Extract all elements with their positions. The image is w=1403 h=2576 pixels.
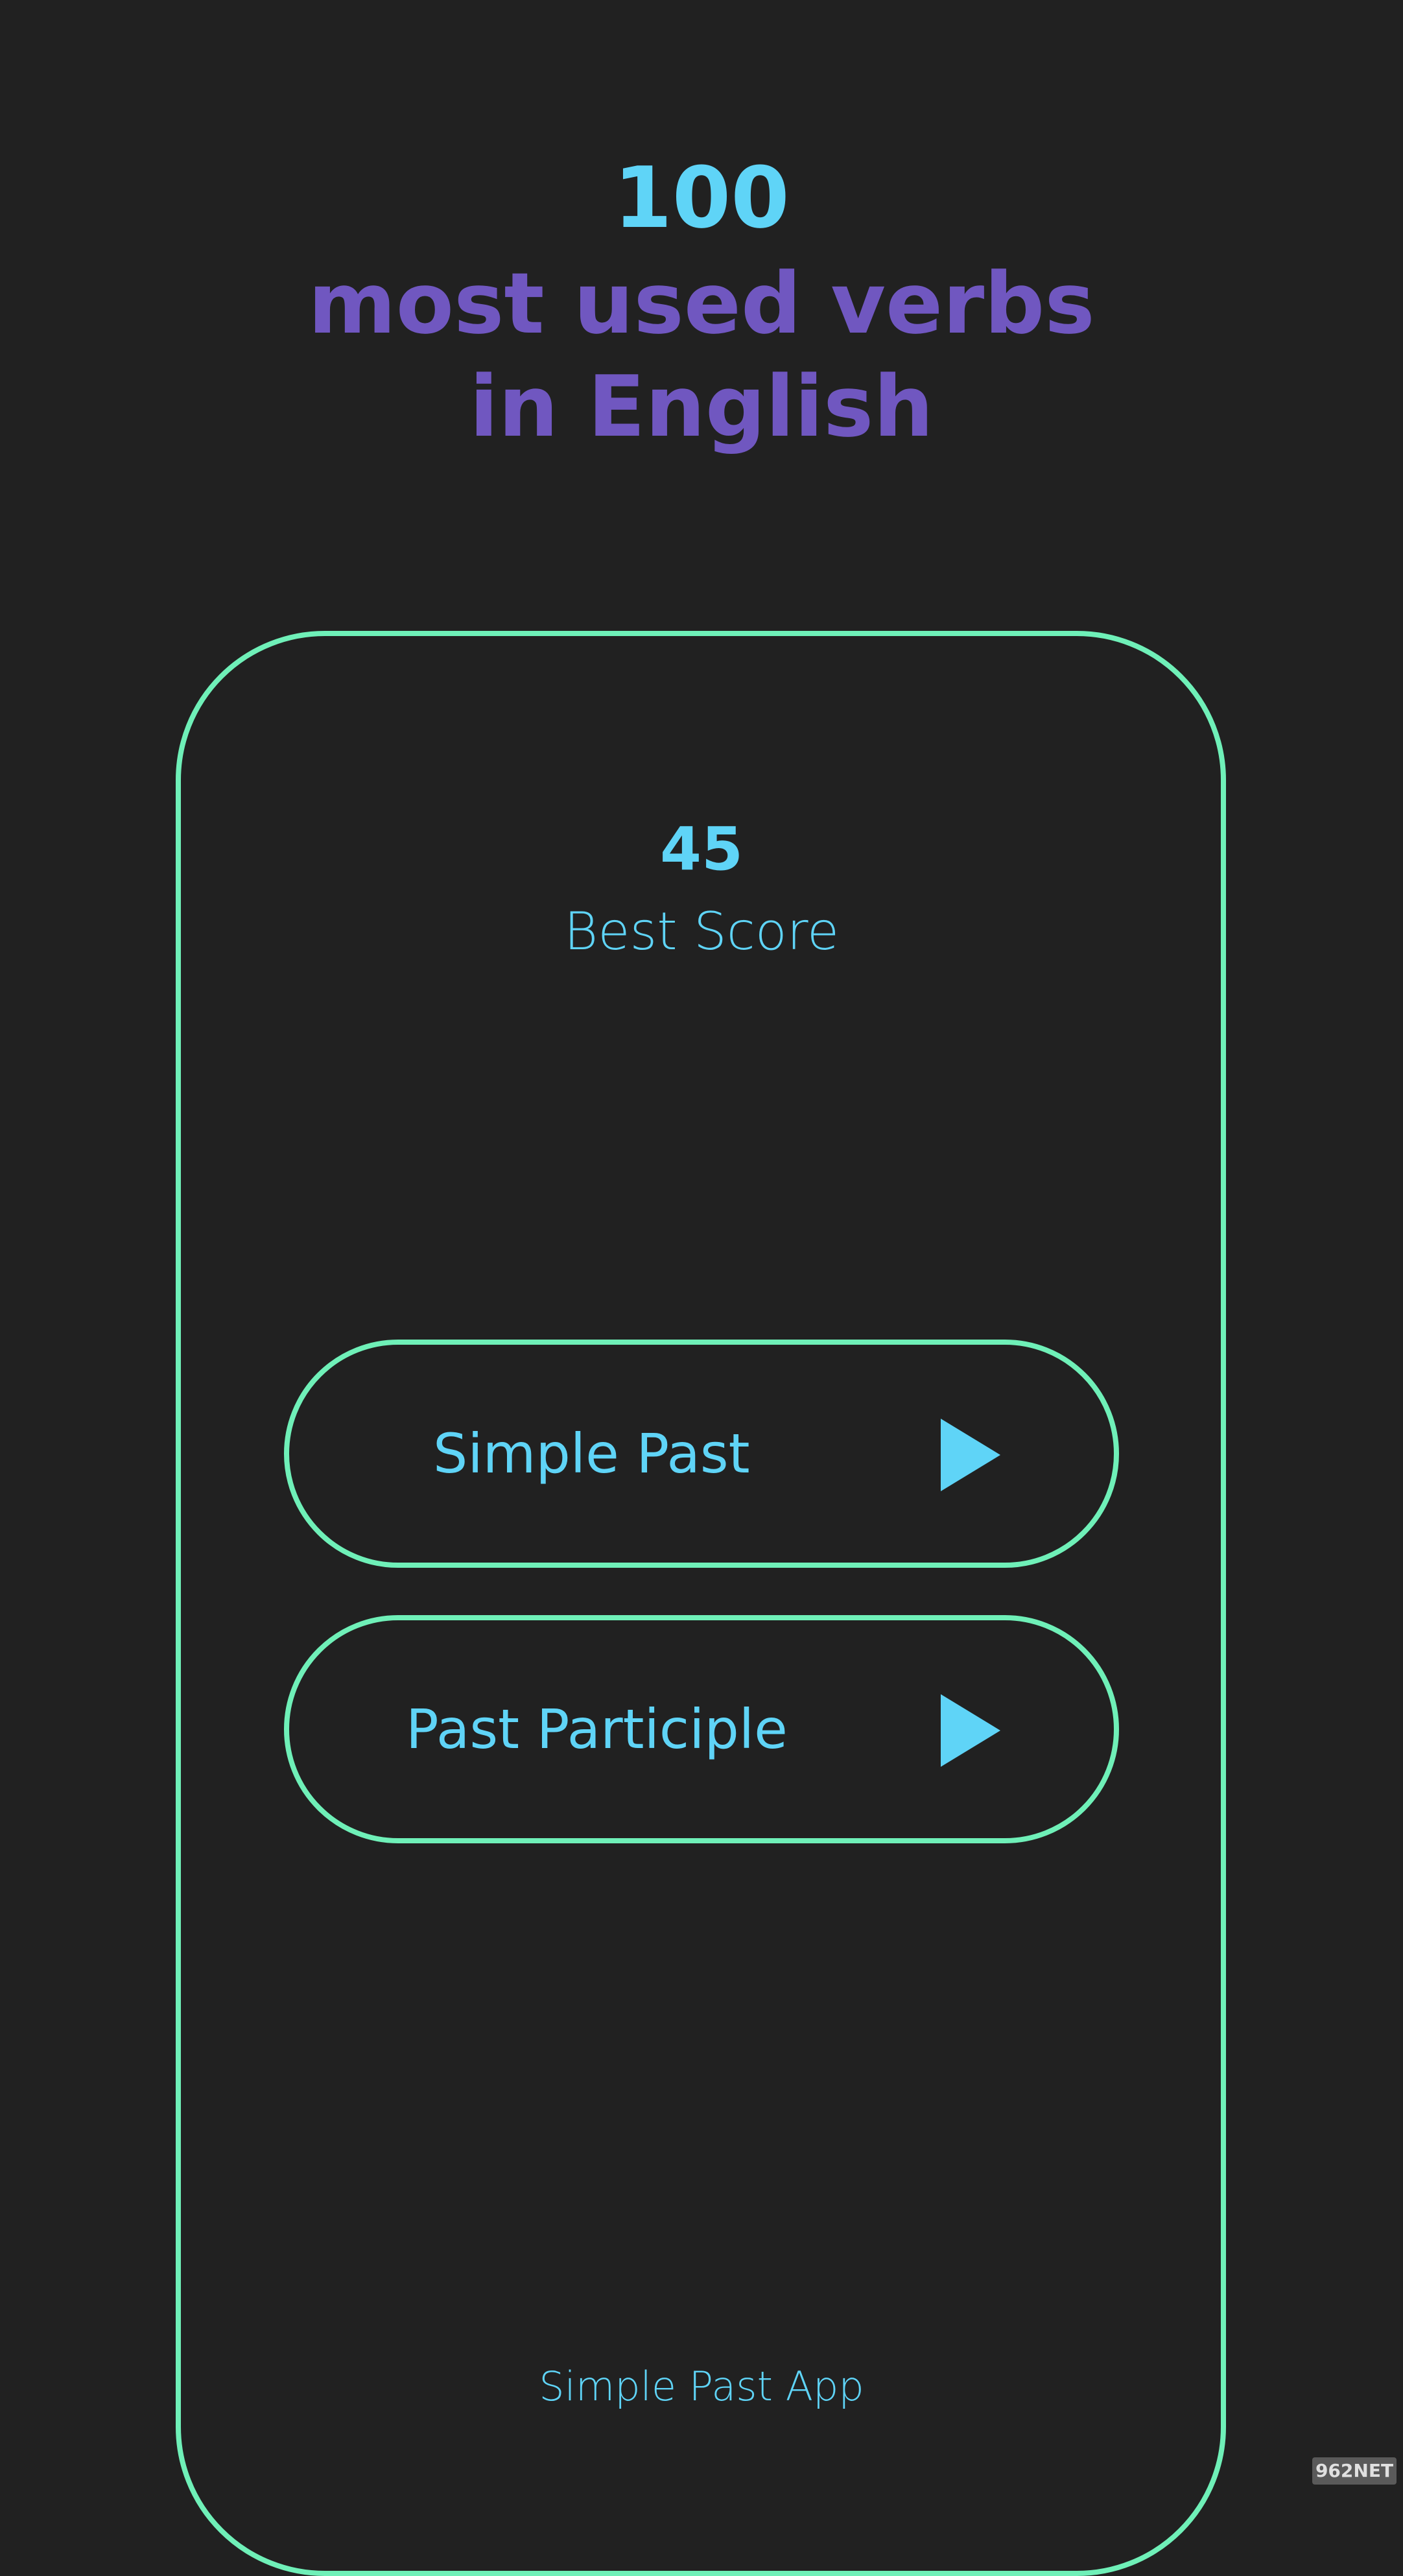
title-line-1: most used verbs [308, 254, 1095, 353]
best-score-value: 45 [659, 814, 744, 884]
title-number: 100 [613, 148, 790, 247]
past-participle-button[interactable]: Past Participle [284, 1615, 1119, 1843]
play-icon [941, 1694, 1000, 1767]
best-score-label: Best Score [563, 901, 840, 962]
watermark-logo: 962NET [1312, 2457, 1397, 2485]
simple-past-button[interactable]: Simple Past [284, 1340, 1119, 1568]
past-participle-label: Past Participle [406, 1697, 788, 1761]
simple-past-label: Simple Past [433, 1422, 750, 1485]
play-icon [941, 1419, 1000, 1491]
app-name-footer: Simple Past App [539, 2363, 864, 2410]
title-line-2: in English [469, 357, 934, 456]
